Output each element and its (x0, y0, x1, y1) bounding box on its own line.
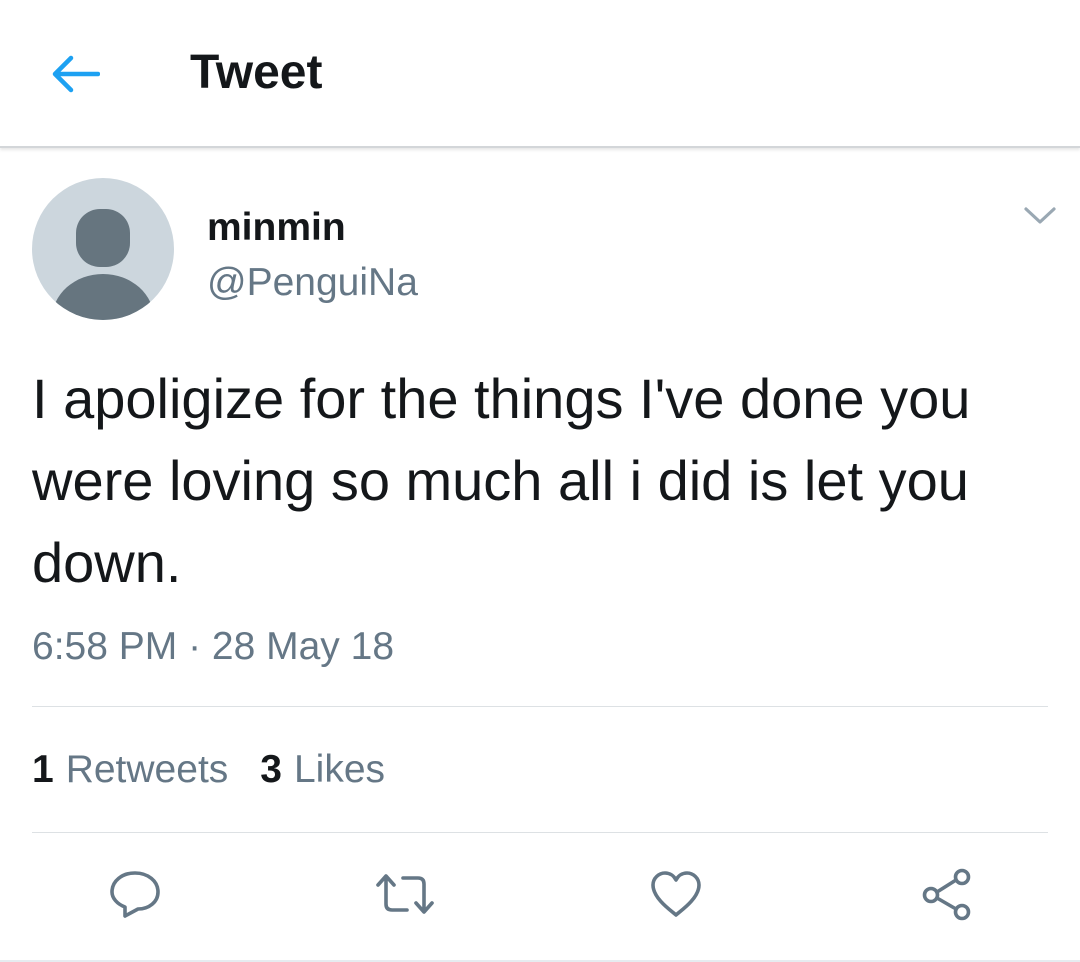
author-display-name[interactable]: minmin (207, 205, 346, 251)
tweet-text: I apoligize for the things I've done you… (32, 367, 971, 594)
retweet-button[interactable] (373, 862, 437, 926)
divider (32, 832, 1048, 833)
share-icon (922, 868, 971, 921)
arrow-left-icon (52, 55, 100, 93)
avatar[interactable] (32, 178, 174, 320)
tweet-stats: 1 Retweets 3 Likes (32, 744, 417, 796)
likes-count: 3 (260, 748, 282, 791)
reply-bubble-icon (110, 871, 160, 918)
likes-label: Likes (293, 748, 386, 791)
retweets-label: Retweets (65, 748, 229, 791)
divider (32, 706, 1048, 707)
tweet-menu-button[interactable] (1018, 200, 1062, 232)
default-avatar-icon (52, 209, 154, 320)
author-handle[interactable]: @PenguiNa (207, 260, 418, 306)
retweet-icon (376, 874, 434, 914)
share-button[interactable] (914, 862, 978, 926)
heart-icon (651, 871, 701, 917)
retweets-count: 1 (32, 748, 54, 791)
top-bar: Tweet (0, 0, 1080, 148)
reply-button[interactable] (103, 862, 167, 926)
like-button[interactable] (644, 862, 708, 926)
tweet-timestamp[interactable]: 6:58 PM · 28 May 18 (32, 622, 394, 672)
back-button[interactable] (44, 48, 106, 100)
chevron-down-icon (1024, 207, 1056, 224)
retweets-stat[interactable]: 1 Retweets (32, 744, 228, 796)
likes-stat[interactable]: 3 Likes (260, 744, 385, 796)
page-title: Tweet (190, 46, 323, 99)
